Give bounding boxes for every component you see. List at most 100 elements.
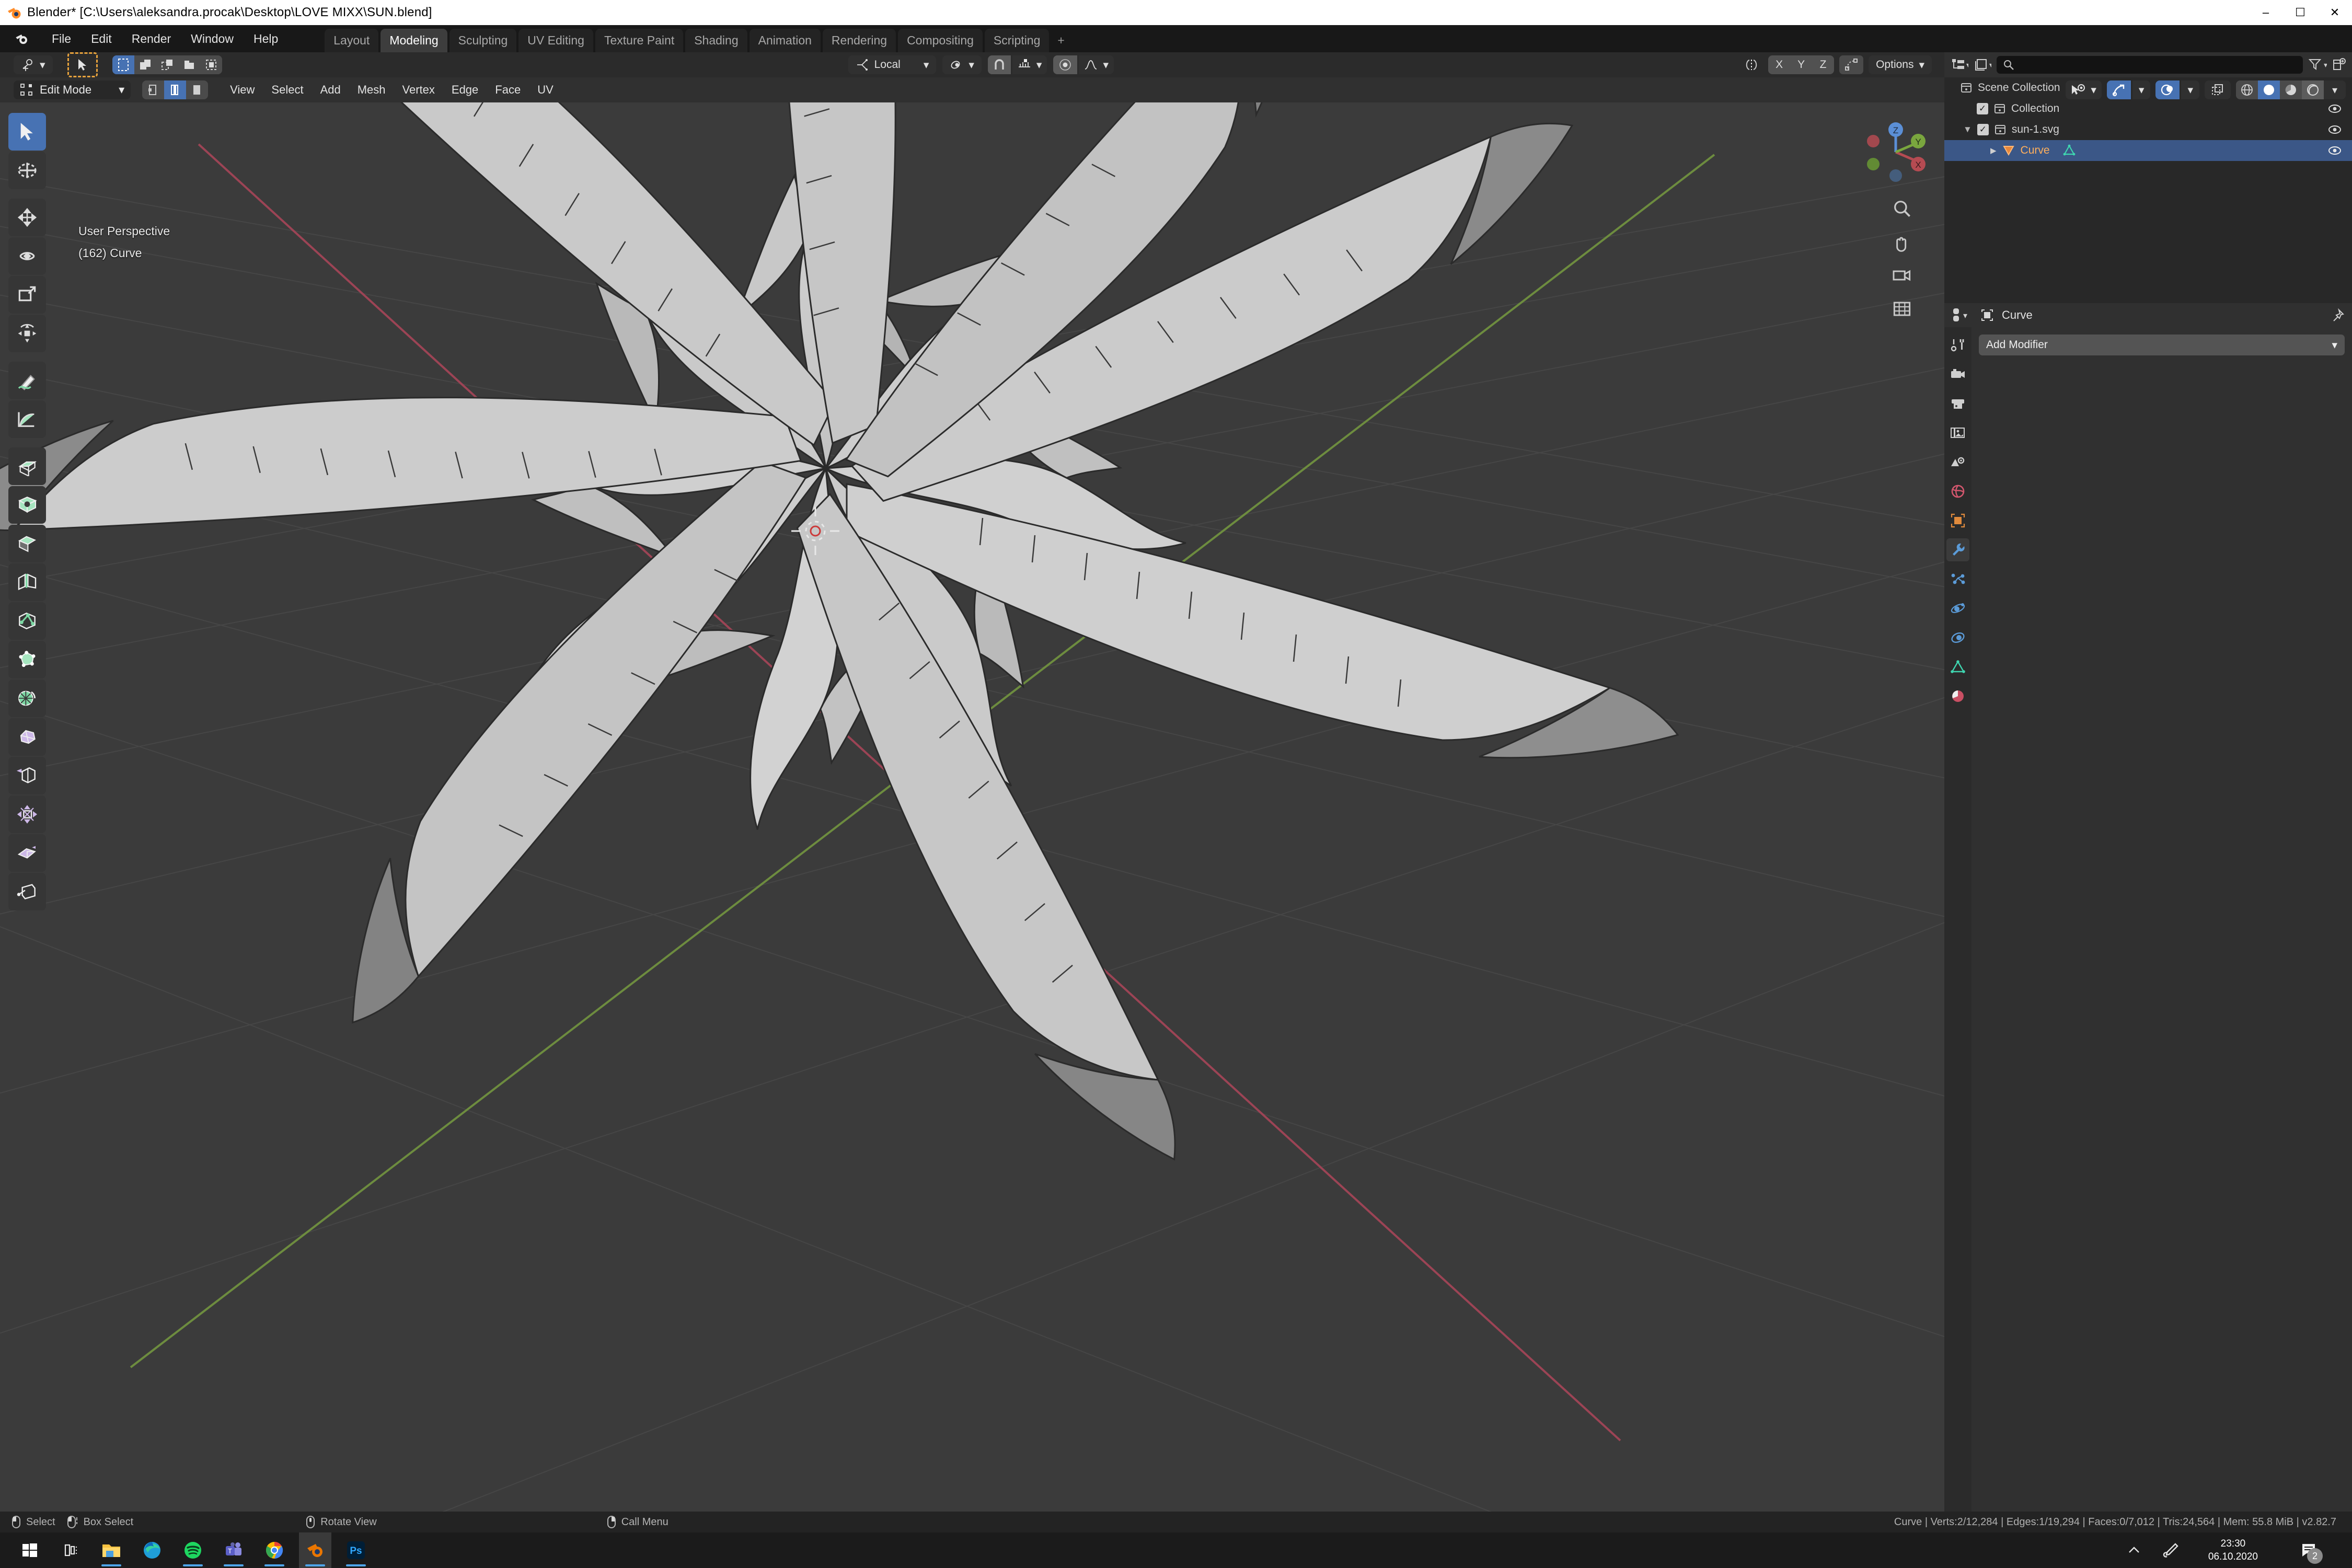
outliner-new-collection-icon[interactable] bbox=[2332, 57, 2346, 72]
outliner-display-mode-icon[interactable]: ▾ bbox=[1974, 57, 1991, 73]
outliner-filter-icon[interactable]: ▾ bbox=[2308, 57, 2327, 72]
tool-cursor[interactable] bbox=[8, 152, 46, 189]
add-workspace-button[interactable]: + bbox=[1051, 29, 1070, 52]
show-overlays-toggle[interactable] bbox=[2155, 80, 2180, 99]
menu-select[interactable]: Select bbox=[263, 80, 312, 100]
visibility-dropdown[interactable]: ▾ bbox=[2066, 80, 2102, 99]
tool-shear[interactable] bbox=[8, 873, 46, 910]
overlay-options-dropdown[interactable]: ▾ bbox=[2181, 80, 2199, 99]
pen-workspace-icon[interactable] bbox=[2163, 1542, 2180, 1559]
material-preview-button[interactable] bbox=[2280, 80, 2302, 99]
tool-bevel[interactable] bbox=[8, 525, 46, 562]
topology-mirror-icon[interactable] bbox=[1839, 55, 1864, 74]
tab-modeling[interactable]: Modeling bbox=[381, 29, 447, 52]
eye-icon[interactable] bbox=[2328, 124, 2342, 135]
tool-loop-cut[interactable] bbox=[8, 563, 46, 601]
select-new-button[interactable] bbox=[112, 55, 134, 74]
menu-vertex[interactable]: Vertex bbox=[394, 80, 443, 100]
falloff-type-dropdown[interactable]: ▾ bbox=[1079, 55, 1114, 74]
face-select-mode-button[interactable] bbox=[186, 80, 209, 99]
maximize-button[interactable]: ☐ bbox=[2283, 0, 2318, 25]
xray-toggle[interactable] bbox=[2205, 80, 2231, 99]
menu-edge[interactable]: Edge bbox=[443, 80, 487, 100]
tool-spin[interactable] bbox=[8, 679, 46, 717]
select-subtract-button[interactable] bbox=[156, 55, 178, 74]
snap-target-dropdown[interactable]: ▾ bbox=[1012, 55, 1047, 74]
outliner-row-sun-svg[interactable]: ▼ ✓ sun-1.svg bbox=[1944, 119, 2352, 140]
properties-editor-type-icon[interactable]: ▾ bbox=[1952, 307, 1973, 324]
tab-uv-editing[interactable]: UV Editing bbox=[518, 29, 593, 52]
chevron-down-icon[interactable]: ▼ bbox=[1963, 124, 1972, 135]
close-button[interactable]: ✕ bbox=[2318, 0, 2352, 25]
tool-transform[interactable] bbox=[8, 315, 46, 352]
menu-add[interactable]: Add bbox=[312, 80, 349, 100]
edge-select-mode-button[interactable] bbox=[164, 80, 187, 99]
tab-scene-properties[interactable] bbox=[1946, 451, 1969, 474]
show-hidden-icons-chevron-icon[interactable] bbox=[2126, 1544, 2142, 1557]
tab-compositing[interactable]: Compositing bbox=[898, 29, 983, 52]
chevron-right-icon[interactable]: ▶ bbox=[1990, 146, 1997, 155]
visibility-checkbox[interactable]: ✓ bbox=[1977, 103, 1988, 114]
tab-scripting[interactable]: Scripting bbox=[984, 29, 1050, 52]
tool-smooth[interactable] bbox=[8, 718, 46, 756]
tab-object-data-properties[interactable] bbox=[1946, 655, 1969, 678]
menu-render[interactable]: Render bbox=[122, 29, 181, 49]
tab-object-properties[interactable] bbox=[1946, 509, 1969, 532]
tool-inset-faces[interactable] bbox=[8, 486, 46, 524]
menu-uv[interactable]: UV bbox=[529, 80, 562, 100]
tool-rip-region[interactable] bbox=[8, 834, 46, 872]
task-view-button[interactable] bbox=[54, 1532, 87, 1568]
mirror-axis-z[interactable]: Z bbox=[1812, 55, 1835, 74]
vertex-select-mode-button[interactable] bbox=[142, 80, 165, 99]
select-invert-button[interactable] bbox=[178, 55, 200, 74]
tab-view-layer-properties[interactable] bbox=[1946, 421, 1969, 444]
rendered-shading-button[interactable] bbox=[2302, 80, 2324, 99]
mirror-axis-y[interactable]: Y bbox=[1790, 55, 1813, 74]
navigation-gizmo[interactable]: Z Y X bbox=[1862, 118, 1930, 186]
camera-view-icon[interactable] bbox=[1890, 263, 1914, 287]
tab-render-properties[interactable] bbox=[1946, 363, 1969, 386]
3d-viewport[interactable]: User Perspective (162) Curve Z Y X bbox=[0, 102, 1944, 1512]
proportional-editing-toggle[interactable] bbox=[1053, 55, 1078, 74]
tool-scale[interactable] bbox=[8, 276, 46, 314]
tab-tool-properties[interactable] bbox=[1946, 333, 1969, 356]
tool-tweak[interactable] bbox=[8, 113, 46, 151]
tool-edge-slide[interactable] bbox=[8, 757, 46, 794]
pivot-point-dropdown[interactable]: ▾ bbox=[942, 55, 982, 74]
move-view-icon[interactable] bbox=[1890, 230, 1914, 254]
tab-physics-properties[interactable] bbox=[1946, 597, 1969, 620]
tool-annotate[interactable] bbox=[8, 362, 46, 399]
toggle-ortho-icon[interactable] bbox=[1890, 297, 1914, 321]
outliner-row-curve[interactable]: ▶ Curve bbox=[1944, 140, 2352, 161]
tab-animation[interactable]: Animation bbox=[749, 29, 821, 52]
tab-modifier-properties[interactable] bbox=[1946, 538, 1969, 561]
photoshop-icon[interactable]: Ps bbox=[340, 1532, 372, 1568]
tab-material-properties[interactable] bbox=[1946, 685, 1969, 708]
transform-orientation-dropdown[interactable]: Local ▾ bbox=[848, 55, 937, 74]
interaction-mode-dropdown[interactable]: Edit Mode ▾ bbox=[14, 80, 131, 99]
spotify-icon[interactable] bbox=[177, 1532, 209, 1568]
shading-options-dropdown[interactable]: ▾ bbox=[2324, 80, 2346, 99]
blender-icon[interactable] bbox=[299, 1532, 331, 1568]
snap-magnet-toggle[interactable] bbox=[987, 55, 1011, 74]
wireframe-shading-button[interactable] bbox=[2236, 80, 2258, 99]
tool-rotate[interactable] bbox=[8, 237, 46, 275]
google-chrome-icon[interactable] bbox=[258, 1532, 291, 1568]
snap-preset-button[interactable]: ▾ bbox=[14, 55, 53, 74]
microsoft-edge-icon[interactable] bbox=[136, 1532, 168, 1568]
outliner-search-input[interactable] bbox=[1997, 56, 2303, 74]
mirror-axis-x[interactable]: X bbox=[1768, 55, 1791, 74]
outliner-editor-type-icon[interactable]: ▾ bbox=[1951, 57, 1968, 73]
taskbar-clock[interactable]: 23:30 06.10.2020 bbox=[2208, 1532, 2258, 1568]
pin-icon[interactable] bbox=[2331, 308, 2345, 322]
menu-window[interactable]: Window bbox=[181, 29, 244, 49]
mirror-x-icon[interactable] bbox=[1740, 55, 1763, 74]
show-gizmo-toggle[interactable] bbox=[2106, 80, 2131, 99]
microsoft-teams-icon[interactable]: T bbox=[217, 1532, 250, 1568]
blender-logo-icon[interactable] bbox=[14, 31, 29, 47]
menu-edit[interactable]: Edit bbox=[81, 29, 122, 49]
tab-texture-paint[interactable]: Texture Paint bbox=[595, 29, 684, 52]
tool-extrude-region[interactable] bbox=[8, 447, 46, 485]
zoom-view-icon[interactable] bbox=[1890, 197, 1914, 221]
menu-help[interactable]: Help bbox=[244, 29, 288, 49]
